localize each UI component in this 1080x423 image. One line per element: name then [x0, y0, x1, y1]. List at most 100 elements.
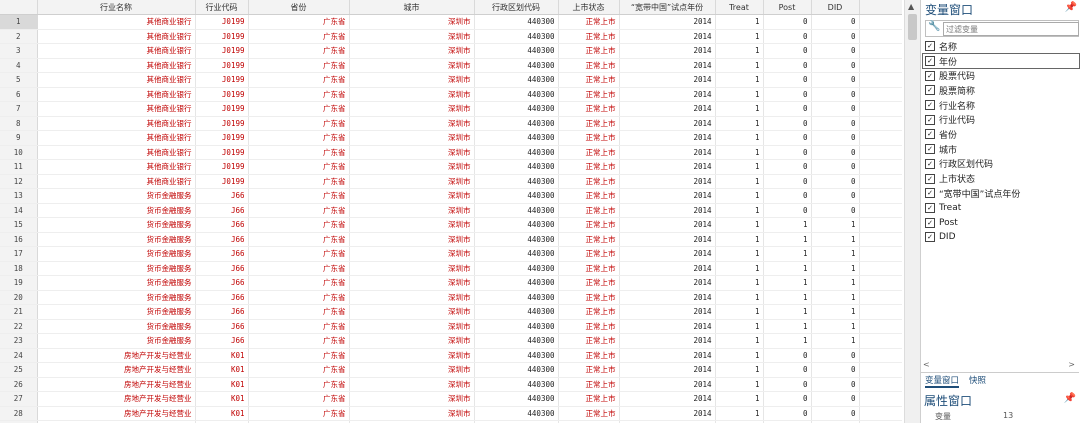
row-number[interactable]: 12: [0, 174, 38, 189]
cell-admin-code[interactable]: 440300: [474, 43, 559, 59]
cell-listing-status[interactable]: 正常上市: [558, 304, 620, 320]
cell-treat[interactable]: 1: [715, 116, 764, 131]
cell-city[interactable]: 深圳市: [349, 333, 475, 349]
cell-pilot-year[interactable]: 2014: [619, 275, 716, 291]
cell-did[interactable]: 0: [811, 174, 860, 189]
row-number[interactable]: 22: [0, 319, 38, 334]
cell-city[interactable]: 深圳市: [349, 130, 475, 146]
variable-item[interactable]: ✓ 省份: [923, 127, 1079, 142]
cell-post[interactable]: 0: [763, 174, 812, 189]
cell-city[interactable]: 深圳市: [349, 319, 475, 334]
checkbox-icon[interactable]: ✓: [925, 114, 935, 125]
scroll-right-arrow-icon[interactable]: >: [1068, 360, 1075, 369]
cell-listing-status[interactable]: 正常上市: [558, 203, 620, 218]
cell-admin-code[interactable]: 440300: [474, 58, 559, 73]
table-row[interactable]: 1 其他商业银行 J0199 广东省 深圳市 440300 正常上市 2014 1 0 0: [0, 14, 902, 30]
cell-industry-name[interactable]: 货币金融服务: [37, 188, 196, 204]
table-row[interactable]: 20 货币金融服务 J66 广东省 深圳市 440300 正常上市 2014 1 1 1: [0, 290, 902, 305]
checkbox-icon[interactable]: ✓: [925, 217, 935, 228]
data-grid[interactable]: 行业名称 行业代码 省份 城市 行政区划代码 上市状态 “宽带中国”试点年份 T…: [0, 0, 902, 423]
cell-post[interactable]: 0: [763, 116, 812, 131]
cell-province[interactable]: 广东省: [248, 246, 350, 262]
cell-post[interactable]: 0: [763, 203, 812, 218]
cell-industry-code[interactable]: K01: [195, 362, 249, 378]
cell-admin-code[interactable]: 440300: [474, 348, 559, 363]
cell-did[interactable]: 1: [811, 333, 860, 349]
cell-industry-code[interactable]: J0199: [195, 145, 249, 160]
variable-item[interactable]: ✓ 行业名称: [923, 98, 1079, 113]
cell-treat[interactable]: 1: [715, 261, 764, 276]
table-row[interactable]: 28 房地产开发与经营业 K01 广东省 深圳市 440300 正常上市 2014 1 0 0: [0, 406, 902, 421]
cell-city[interactable]: 深圳市: [349, 116, 475, 131]
variable-item[interactable]: ✓ 行业代码: [923, 112, 1079, 127]
cell-treat[interactable]: 1: [715, 275, 764, 291]
cell-pilot-year[interactable]: 2014: [619, 14, 716, 30]
cell-industry-code[interactable]: J66: [195, 217, 249, 233]
cell-post[interactable]: 1: [763, 217, 812, 233]
cell-province[interactable]: 广东省: [248, 14, 350, 30]
row-number[interactable]: 28: [0, 406, 38, 421]
cell-industry-code[interactable]: J66: [195, 232, 249, 247]
table-row[interactable]: 6 其他商业银行 J0199 广东省 深圳市 440300 正常上市 2014 1 0 0: [0, 87, 902, 102]
cell-pilot-year[interactable]: 2014: [619, 174, 716, 189]
cell-pilot-year[interactable]: 2014: [619, 232, 716, 247]
cell-province[interactable]: 广东省: [248, 203, 350, 218]
row-number[interactable]: 21: [0, 304, 38, 320]
cell-pilot-year[interactable]: 2014: [619, 188, 716, 204]
cell-industry-name[interactable]: 其他商业银行: [37, 130, 196, 146]
cell-industry-code[interactable]: J66: [195, 261, 249, 276]
cell-did[interactable]: 0: [811, 116, 860, 131]
cell-did[interactable]: 0: [811, 130, 860, 146]
cell-city[interactable]: 深圳市: [349, 159, 475, 175]
table-row[interactable]: 11 其他商业银行 J0199 广东省 深圳市 440300 正常上市 2014 1 0 0: [0, 159, 902, 175]
cell-post[interactable]: 1: [763, 261, 812, 276]
cell-pilot-year[interactable]: 2014: [619, 406, 716, 421]
column-header[interactable]: “宽带中国”试点年份: [619, 0, 716, 15]
cell-treat[interactable]: 1: [715, 58, 764, 73]
cell-admin-code[interactable]: 440300: [474, 377, 559, 392]
cell-treat[interactable]: 1: [715, 159, 764, 175]
cell-treat[interactable]: 1: [715, 377, 764, 392]
cell-listing-status[interactable]: 正常上市: [558, 130, 620, 146]
cell-industry-code[interactable]: J66: [195, 275, 249, 291]
table-row[interactable]: 7 其他商业银行 J0199 广东省 深圳市 440300 正常上市 2014 1 0 0: [0, 101, 902, 117]
cell-treat[interactable]: 1: [715, 319, 764, 334]
cell-post[interactable]: 0: [763, 14, 812, 30]
cell-city[interactable]: 深圳市: [349, 203, 475, 218]
table-row[interactable]: 14 货币金融服务 J66 广东省 深圳市 440300 正常上市 2014 1 0 0: [0, 203, 902, 218]
cell-city[interactable]: 深圳市: [349, 14, 475, 30]
cell-did[interactable]: 1: [811, 304, 860, 320]
cell-treat[interactable]: 1: [715, 246, 764, 262]
cell-did[interactable]: 0: [811, 145, 860, 160]
cell-treat[interactable]: 1: [715, 217, 764, 233]
cell-province[interactable]: 广东省: [248, 174, 350, 189]
cell-admin-code[interactable]: 440300: [474, 203, 559, 218]
row-number[interactable]: 27: [0, 391, 38, 407]
cell-province[interactable]: 广东省: [248, 275, 350, 291]
cell-post[interactable]: 0: [763, 145, 812, 160]
cell-treat[interactable]: 1: [715, 43, 764, 59]
cell-province[interactable]: 广东省: [248, 58, 350, 73]
tab-snapshot[interactable]: 快照: [969, 374, 986, 386]
cell-treat[interactable]: 1: [715, 333, 764, 349]
cell-industry-name[interactable]: 货币金融服务: [37, 290, 196, 305]
cell-listing-status[interactable]: 正常上市: [558, 188, 620, 204]
cell-pilot-year[interactable]: 2014: [619, 72, 716, 88]
row-number[interactable]: 7: [0, 101, 38, 117]
cell-province[interactable]: 广东省: [248, 116, 350, 131]
checkbox-icon[interactable]: ✓: [925, 202, 935, 213]
cell-listing-status[interactable]: 正常上市: [558, 29, 620, 44]
cell-industry-code[interactable]: J0199: [195, 43, 249, 59]
cell-city[interactable]: 深圳市: [349, 232, 475, 247]
cell-admin-code[interactable]: 440300: [474, 174, 559, 189]
cell-treat[interactable]: 1: [715, 87, 764, 102]
row-number[interactable]: 26: [0, 377, 38, 392]
cell-admin-code[interactable]: 440300: [474, 116, 559, 131]
cell-did[interactable]: 0: [811, 14, 860, 30]
cell-did[interactable]: 0: [811, 188, 860, 204]
cell-pilot-year[interactable]: 2014: [619, 116, 716, 131]
cell-did[interactable]: 0: [811, 348, 860, 363]
cell-city[interactable]: 深圳市: [349, 391, 475, 407]
cell-city[interactable]: 深圳市: [349, 217, 475, 233]
cell-admin-code[interactable]: 440300: [474, 406, 559, 421]
